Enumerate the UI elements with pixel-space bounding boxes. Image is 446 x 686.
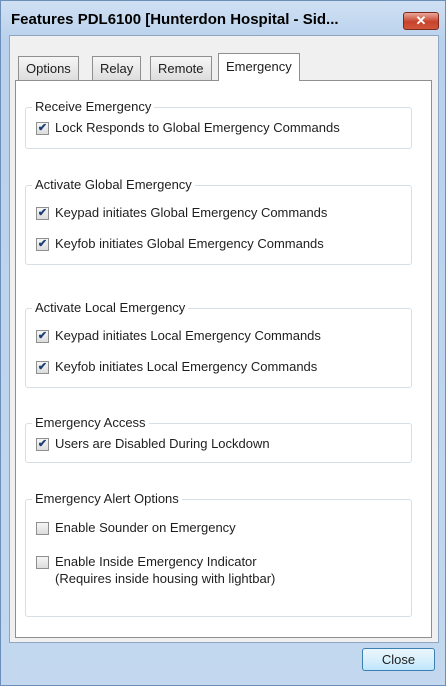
dialog-footer: Close <box>9 642 437 682</box>
tab-relay[interactable]: Relay <box>92 56 142 80</box>
check-icon: ✔ <box>37 207 48 219</box>
close-button-label: Close <box>381 652 416 667</box>
group-label-emergency-access: Emergency Access <box>32 415 149 430</box>
tab-options[interactable]: Options <box>18 56 79 80</box>
group-label-receive-emergency: Receive Emergency <box>32 99 155 114</box>
window-title: Features PDL6100 [Hunterdon Hospital - S… <box>11 11 339 28</box>
group-activate-global-emergency: Activate Global Emergency ✔ Keypad initi… <box>25 177 412 265</box>
checkbox-lock-responds-global[interactable]: ✔ <box>36 122 49 135</box>
emergency-tab-panel: Receive Emergency ✔ Lock Responds to Glo… <box>15 80 432 638</box>
tab-emergency-label: Emergency <box>226 59 292 74</box>
checkbox-keyfob-local[interactable]: ✔ <box>36 361 49 374</box>
label-inside-indicator: Enable Inside Emergency Indicator <box>55 554 257 569</box>
check-icon: ✔ <box>37 330 48 342</box>
check-icon: ✔ <box>37 438 48 450</box>
label-keypad-local: Keypad initiates Local Emergency Command… <box>55 328 321 343</box>
tab-remote[interactable]: Remote <box>150 56 212 80</box>
close-icon: ✕ <box>415 13 427 28</box>
label-keypad-global: Keypad initiates Global Emergency Comman… <box>55 205 328 220</box>
group-label-activate-local: Activate Local Emergency <box>32 300 189 315</box>
tab-options-label: Options <box>26 61 71 76</box>
group-activate-local-emergency: Activate Local Emergency ✔ Keypad initia… <box>25 300 412 388</box>
group-label-alert-options: Emergency Alert Options <box>32 491 182 506</box>
checkbox-keypad-global[interactable]: ✔ <box>36 207 49 220</box>
label-enable-sounder: Enable Sounder on Emergency <box>55 520 236 535</box>
group-label-activate-global: Activate Global Emergency <box>32 177 195 192</box>
checkbox-keyfob-global[interactable]: ✔ <box>36 238 49 251</box>
dialog-body: Options Relay Remote Emergency Receive E… <box>9 35 439 643</box>
group-receive-emergency: Receive Emergency ✔ Lock Responds to Glo… <box>25 99 412 149</box>
label-lock-responds-global: Lock Responds to Global Emergency Comman… <box>55 120 340 135</box>
check-icon: ✔ <box>37 122 48 134</box>
check-icon: ✔ <box>37 238 48 250</box>
checkbox-enable-sounder[interactable] <box>36 522 49 535</box>
tab-relay-label: Relay <box>100 61 134 76</box>
window-close-button[interactable]: ✕ <box>403 12 439 30</box>
tab-emergency[interactable]: Emergency <box>218 53 300 81</box>
checkbox-keypad-local[interactable]: ✔ <box>36 330 49 343</box>
label-users-disabled: Users are Disabled During Lockdown <box>55 436 270 451</box>
label-keyfob-global: Keyfob initiates Global Emergency Comman… <box>55 236 324 251</box>
checkbox-inside-indicator[interactable] <box>36 556 49 569</box>
label-keyfob-local: Keyfob initiates Local Emergency Command… <box>55 359 318 374</box>
group-emergency-access: Emergency Access ✔ Users are Disabled Du… <box>25 415 412 463</box>
label-inside-indicator-note: (Requires inside housing with lightbar) <box>55 571 276 586</box>
tab-remote-label: Remote <box>158 61 204 76</box>
checkbox-users-disabled[interactable]: ✔ <box>36 438 49 451</box>
group-emergency-alert-options: Emergency Alert Options Enable Sounder o… <box>25 491 412 617</box>
check-icon: ✔ <box>37 361 48 373</box>
features-dialog: Features PDL6100 [Hunterdon Hospital - S… <box>0 0 446 686</box>
close-button[interactable]: Close <box>362 648 435 671</box>
